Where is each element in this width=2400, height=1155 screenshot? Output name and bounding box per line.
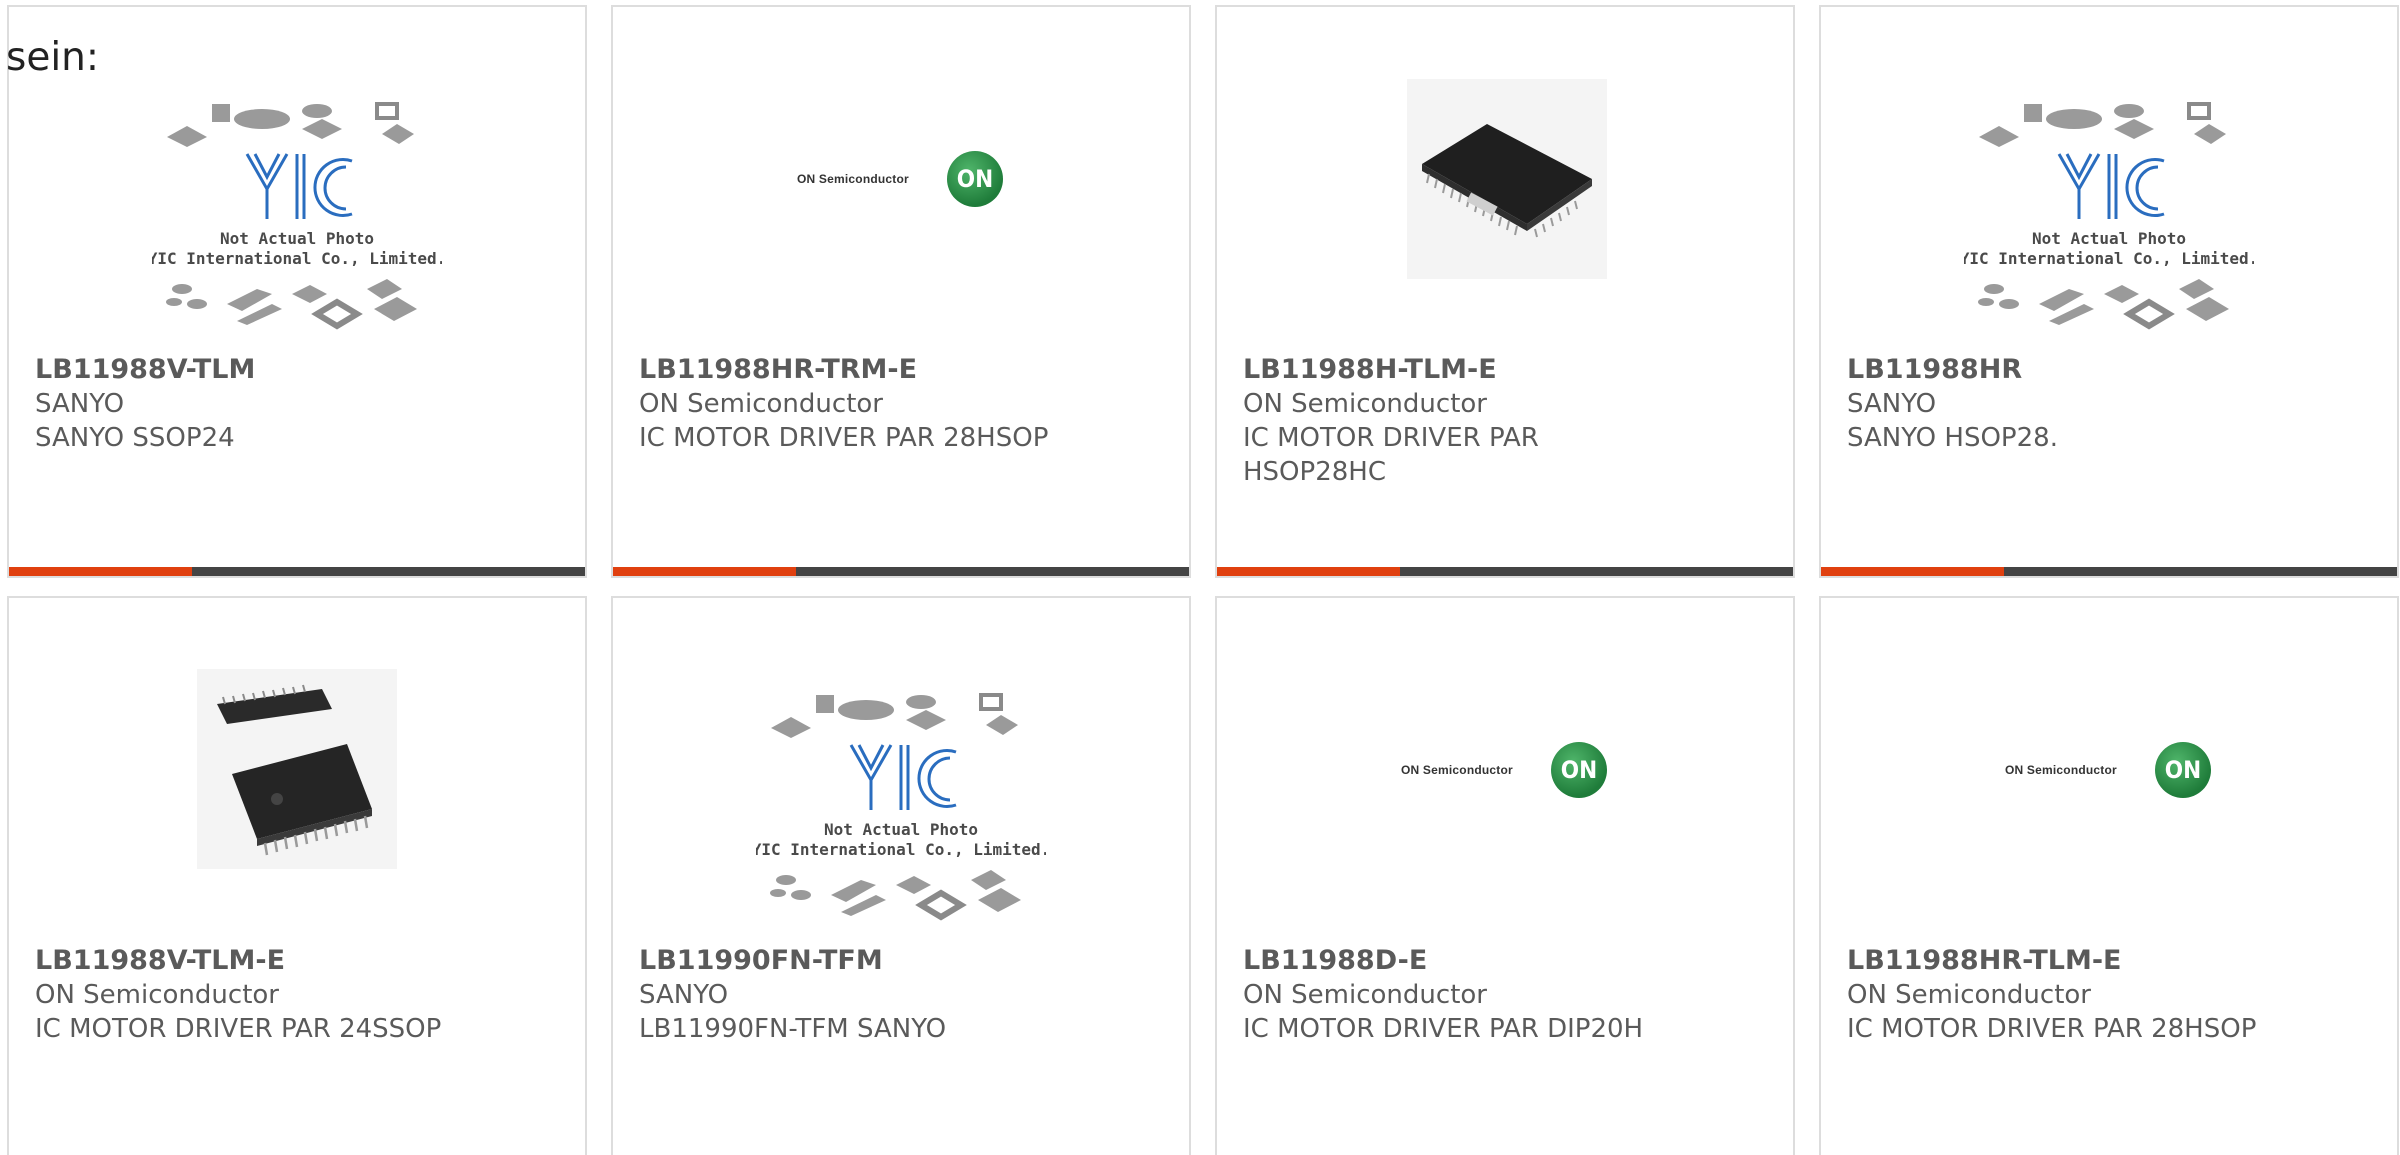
product-card[interactable]: Not Actual Photo YIC International Co., … [1819,5,2399,578]
svg-text:Not Actual Photo: Not Actual Photo [824,820,978,839]
product-image[interactable]: Not Actual Photo YIC International Co., … [1821,7,2397,352]
card-bottom-bar [613,567,1189,576]
description: IC MOTOR DRIVER PAR 28HSOP [639,423,1049,453]
card-bottom-bar [1821,567,2397,576]
product-card[interactable]: Not Actual Photo YIC International Co., … [611,596,1191,1155]
description: LB11990FN-TFM SANYO [639,1014,947,1044]
part-number-link[interactable]: LB11988V-TLM [35,353,565,387]
part-number-link[interactable]: LB11990FN-TFM [639,944,1169,978]
manufacturer: SANYO [639,980,729,1010]
description: SANYO SSOP24 [35,423,235,453]
not-actual-photo-placeholder-icon: Not Actual Photo YIC International Co., … [152,102,442,330]
description: IC MOTOR DRIVER PAR 24SSOP [35,1014,442,1044]
product-card[interactable]: Not Actual Photo YIC International Co., … [7,5,587,578]
not-actual-photo-placeholder-icon: Not Actual Photo YIC International Co., … [756,693,1046,921]
svg-text:YIC International Co., Limited: YIC International Co., Limited. [1964,249,2254,268]
manufacturer: ON Semiconductor [1243,389,1487,419]
product-image[interactable]: Not Actual Photo YIC International Co., … [613,598,1189,943]
part-number-link[interactable]: LB11988HR [1847,353,2377,387]
description: IC MOTOR DRIVER PAR HSOP28HC [1243,423,1539,487]
manufacturer: ON Semiconductor [1847,980,2091,1010]
card-accent-bar [9,567,192,576]
product-image[interactable]: ON Semiconductor ON [1821,598,2397,943]
card-bottom-bar [1217,567,1793,576]
on-semiconductor-logo-icon: ON Semiconductor ON [2005,740,2217,800]
product-card[interactable]: LB11988V-TLM-E ON Semiconductor IC MOTOR… [7,596,587,1155]
product-card[interactable]: ON Semiconductor ON LB11988HR-TLM-E ON S… [1819,596,2399,1155]
description: IC MOTOR DRIVER PAR DIP20H [1243,1014,1644,1044]
chip-hsop-photo-icon [1407,79,1607,279]
not-actual-photo-placeholder-icon: Not Actual Photo YIC International Co., … [1964,102,2254,330]
part-number-link[interactable]: LB11988V-TLM-E [35,944,565,978]
page-heading-fragment: sein: [6,35,100,80]
product-card[interactable]: LB11988H-TLM-E ON Semiconductor IC MOTOR… [1215,5,1795,578]
card-accent-bar [1821,567,2004,576]
product-image[interactable] [9,598,585,943]
card-accent-bar [613,567,796,576]
product-image[interactable]: ON Semiconductor ON [1217,598,1793,943]
manufacturer: ON Semiconductor [35,980,279,1010]
svg-text:YIC International Co., Limited: YIC International Co., Limited. [756,840,1046,859]
manufacturer: ON Semiconductor [639,389,883,419]
manufacturer: ON Semiconductor [1243,980,1487,1010]
svg-text:Not Actual Photo: Not Actual Photo [2032,229,2186,248]
svg-text:Not Actual Photo: Not Actual Photo [220,229,374,248]
on-semiconductor-logo-icon: ON Semiconductor ON [797,149,1009,209]
manufacturer: SANYO [1847,389,1937,419]
description: SANYO HSOP28. [1847,423,2058,453]
on-semiconductor-logo-icon: ON Semiconductor ON [1401,740,1613,800]
manufacturer: SANYO [35,389,125,419]
product-image[interactable]: ON Semiconductor ON [613,7,1189,352]
product-card[interactable]: ON Semiconductor ON LB11988D-E ON Semico… [1215,596,1795,1155]
card-bottom-bar [9,567,585,576]
part-number-link[interactable]: LB11988D-E [1243,944,1773,978]
description: IC MOTOR DRIVER PAR 28HSOP [1847,1014,2257,1044]
card-accent-bar [1217,567,1400,576]
part-number-link[interactable]: LB11988HR-TLM-E [1847,944,2377,978]
chip-ssop-photo-icon [197,669,397,869]
product-image[interactable] [1217,7,1793,352]
part-number-link[interactable]: LB11988H-TLM-E [1243,353,1773,387]
part-number-link[interactable]: LB11988HR-TRM-E [639,353,1169,387]
svg-text:YIC International Co., Limited: YIC International Co., Limited. [152,249,442,268]
product-card[interactable]: ON Semiconductor ON LB11988HR-TRM-E ON S… [611,5,1191,578]
